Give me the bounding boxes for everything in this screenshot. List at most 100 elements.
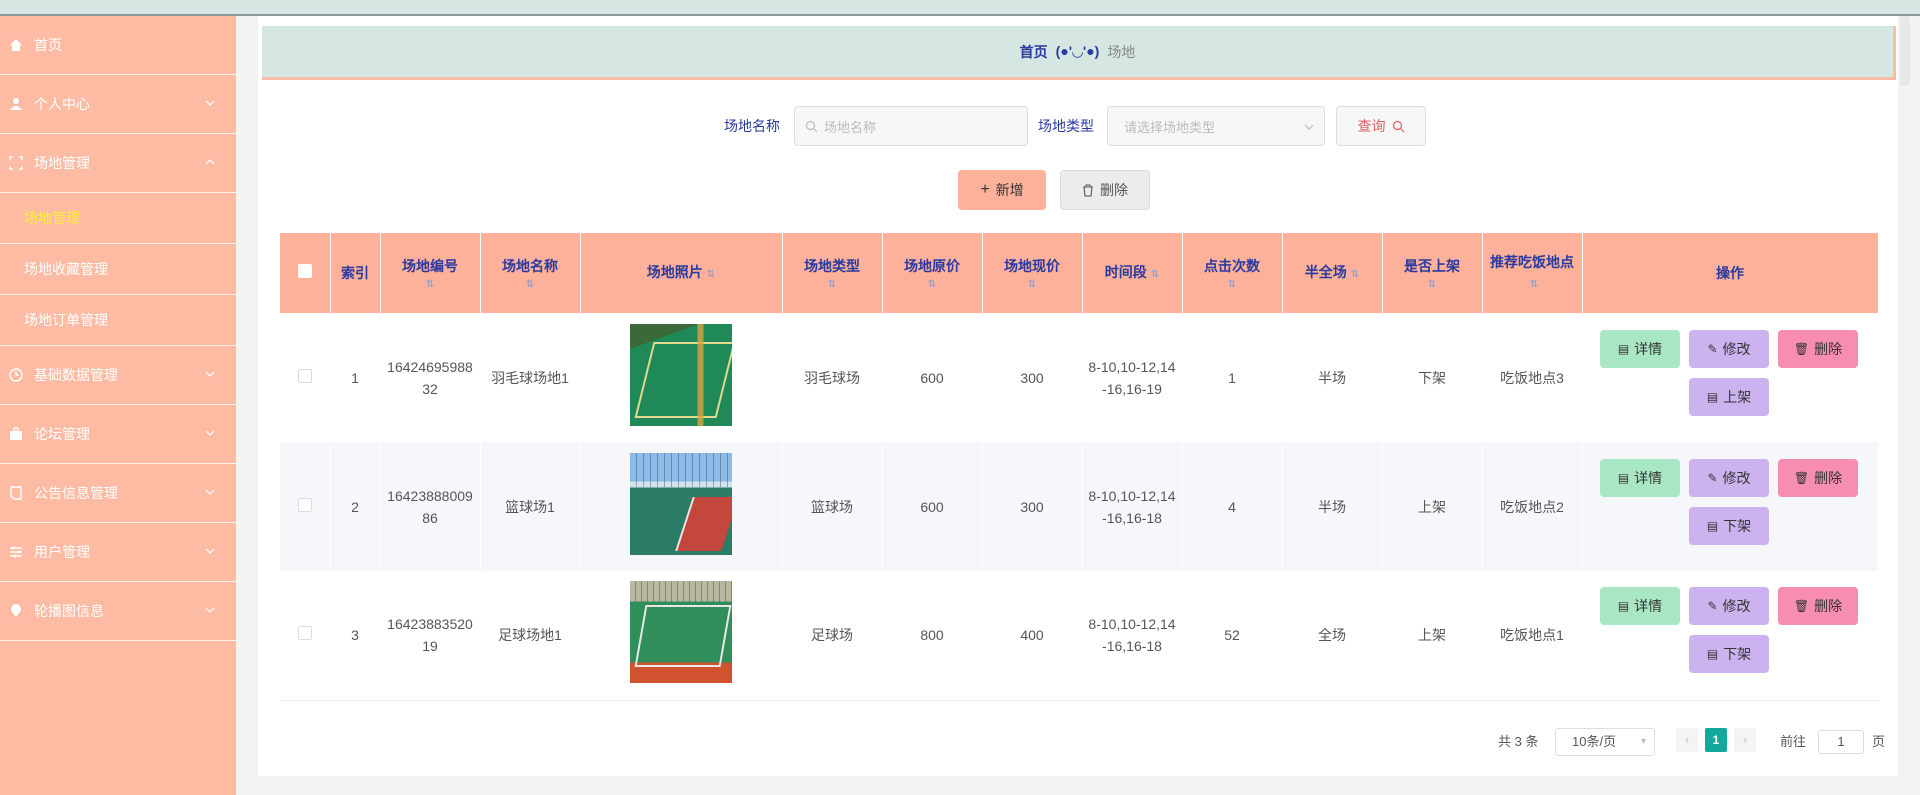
breadcrumb-home[interactable]: 首页 xyxy=(1020,42,1048,62)
page-number-current[interactable]: 1 xyxy=(1705,728,1727,752)
header-orig-price[interactable]: 场地原价 ⇅ xyxy=(882,233,983,313)
basketball-court-photo[interactable] xyxy=(630,452,732,555)
cell-time: 8-10,10-12,14-16,16-18 xyxy=(1082,571,1183,701)
row-select-cell[interactable] xyxy=(280,442,331,571)
delete-button[interactable]: 🗑 删除 xyxy=(1778,458,1858,497)
header-select-all[interactable] xyxy=(280,233,331,313)
header-shelf[interactable]: 是否上架 ⇅ xyxy=(1382,233,1483,313)
sidebar-item-venue[interactable]: 场地管理 xyxy=(0,134,236,193)
cell-half: 半场 xyxy=(1282,313,1383,442)
sort-icon[interactable]: ⇅ xyxy=(787,280,878,290)
header-name[interactable]: 场地名称 ⇅ xyxy=(480,233,581,313)
sidebar-item-profile[interactable]: 个人中心 xyxy=(0,75,236,134)
venue-name-placeholder: 场地名称 xyxy=(824,119,877,135)
cell-shelf: 上架 xyxy=(1382,442,1483,571)
header-type[interactable]: 场地类型 ⇅ xyxy=(782,233,883,313)
select-all-checkbox[interactable] xyxy=(297,264,312,278)
shelf-toggle-button[interactable]: ▤ 下架 xyxy=(1689,506,1769,545)
sort-icon[interactable]: ⇅ xyxy=(485,280,576,290)
soccer-field-photo[interactable] xyxy=(630,581,732,684)
detail-button[interactable]: ▤ 详情 xyxy=(1600,458,1680,497)
sort-icon[interactable]: ⇅ xyxy=(1387,280,1478,290)
cell-ops: ▤ 详情 ✎ 修改 🗑 删除 ▤ 上架 xyxy=(1582,313,1879,442)
page-size-value: 10条/页 xyxy=(1572,734,1617,749)
user-icon xyxy=(8,96,24,112)
sidebar-item-basic-data[interactable]: 基础数据管理 xyxy=(0,346,236,405)
sidebar-item-carousel[interactable]: 轮播图信息 xyxy=(0,582,236,641)
row-actions: ▤ 详情 ✎ 修改 🗑 删除 ▤ 下架 xyxy=(1600,458,1860,555)
detail-button[interactable]: ▤ 详情 xyxy=(1600,329,1680,368)
cell-type: 羽毛球场 xyxy=(782,313,883,442)
sidebar-item-label: 首页 xyxy=(34,37,62,53)
delete-button[interactable]: 🗑 删除 xyxy=(1778,587,1858,626)
batch-delete-button[interactable]: 删除 xyxy=(1060,170,1150,210)
badminton-court-photo[interactable] xyxy=(630,323,732,426)
scrollbar[interactable] xyxy=(1900,16,1910,86)
header-time[interactable]: 时间段 ⇅ xyxy=(1082,233,1183,313)
sort-icon[interactable]: ⇅ xyxy=(385,280,476,290)
cell-type: 足球场 xyxy=(782,571,883,701)
sort-icon[interactable]: ⇅ xyxy=(1151,269,1159,280)
location-icon xyxy=(8,603,24,619)
cell-dining: 吃饭地点1 xyxy=(1482,571,1583,701)
sidebar-subitem-venue-favorites[interactable]: 场地收藏管理 xyxy=(0,244,236,295)
delete-button[interactable]: 🗑 删除 xyxy=(1778,329,1858,368)
sidebar-item-forum[interactable]: 论坛管理 xyxy=(0,405,236,464)
row-checkbox[interactable] xyxy=(297,368,312,383)
edit-button[interactable]: ✎ 修改 xyxy=(1689,587,1769,626)
cell-cur-price: 300 xyxy=(982,313,1083,442)
sidebar-item-label: 基础数据管理 xyxy=(34,367,118,383)
row-checkbox[interactable] xyxy=(297,497,312,512)
sidebar: 首页 个人中心 场地管理 场地管理 场地收藏管理 场地订单管理 基础数据管理 论… xyxy=(0,16,236,795)
search-form: 场地名称 场地名称 场地类型 请选择场地类型 查询 xyxy=(258,106,1898,146)
sidebar-item-users[interactable]: 用户管理 xyxy=(0,523,236,582)
cell-half: 全场 xyxy=(1282,571,1383,701)
shelf-toggle-button[interactable]: ▤ 上架 xyxy=(1689,377,1769,416)
header-cur-price[interactable]: 场地现价 ⇅ xyxy=(982,233,1083,313)
header-photo[interactable]: 场地照片 ⇅ xyxy=(580,233,783,313)
venue-name-input[interactable]: 场地名称 xyxy=(794,106,1028,146)
row-select-cell[interactable] xyxy=(280,313,331,442)
row-checkbox[interactable] xyxy=(297,626,312,641)
cell-half: 半场 xyxy=(1282,442,1383,571)
cell-name: 足球场地1 xyxy=(480,571,581,701)
header-dining[interactable]: 推荐吃饭地点⇅ xyxy=(1482,233,1583,313)
sidebar-item-label: 个人中心 xyxy=(34,96,90,112)
row-select-cell[interactable] xyxy=(280,571,331,701)
sort-icon[interactable]: ⇅ xyxy=(887,280,978,290)
sidebar-subitem-venue-manage[interactable]: 场地管理 xyxy=(0,193,236,244)
pencil-icon: ✎ xyxy=(1707,599,1718,614)
document-icon: ▤ xyxy=(1617,341,1630,356)
edit-button[interactable]: ✎ 修改 xyxy=(1689,329,1769,368)
edit-button[interactable]: ✎ 修改 xyxy=(1689,458,1769,497)
query-button[interactable]: 查询 xyxy=(1336,106,1426,146)
cell-type: 篮球场 xyxy=(782,442,883,571)
shelf-toggle-button[interactable]: ▤ 下架 xyxy=(1689,635,1769,674)
chevron-down-icon xyxy=(205,430,215,436)
sort-icon[interactable]: ⇅ xyxy=(987,280,1078,290)
next-page-button[interactable]: › xyxy=(1734,728,1756,752)
detail-button[interactable]: ▤ 详情 xyxy=(1600,587,1680,626)
header-half[interactable]: 半全场 ⇅ xyxy=(1282,233,1383,313)
cell-index: 2 xyxy=(330,442,381,571)
document-icon: ▤ xyxy=(1706,389,1719,404)
cell-photo xyxy=(580,571,783,701)
prev-page-button[interactable]: ‹ xyxy=(1676,728,1698,752)
sort-icon[interactable]: ⇅ xyxy=(707,269,715,280)
sort-icon[interactable]: ⇅ xyxy=(1530,279,1538,290)
action-bar: + 新增 删除 xyxy=(258,170,1898,210)
sort-icon[interactable]: ⇅ xyxy=(1351,269,1359,280)
header-code[interactable]: 场地编号 ⇅ xyxy=(380,233,481,313)
cell-shelf: 上架 xyxy=(1382,571,1483,701)
pagination-total: 共 3 条 xyxy=(1498,734,1539,749)
goto-page-input[interactable]: 1 xyxy=(1818,730,1864,754)
sort-icon[interactable]: ⇅ xyxy=(1187,280,1278,290)
header-clicks[interactable]: 点击次数 ⇅ xyxy=(1182,233,1283,313)
page-size-select[interactable]: 10条/页 ▾ xyxy=(1555,728,1655,756)
sidebar-subitem-venue-orders[interactable]: 场地订单管理 xyxy=(0,295,236,346)
sidebar-item-announcements[interactable]: 公告信息管理 xyxy=(0,464,236,523)
venue-type-select[interactable]: 请选择场地类型 xyxy=(1107,106,1325,146)
sidebar-item-home[interactable]: 首页 xyxy=(0,16,236,75)
search-icon xyxy=(1392,120,1404,132)
add-button[interactable]: + 新增 xyxy=(958,170,1046,210)
